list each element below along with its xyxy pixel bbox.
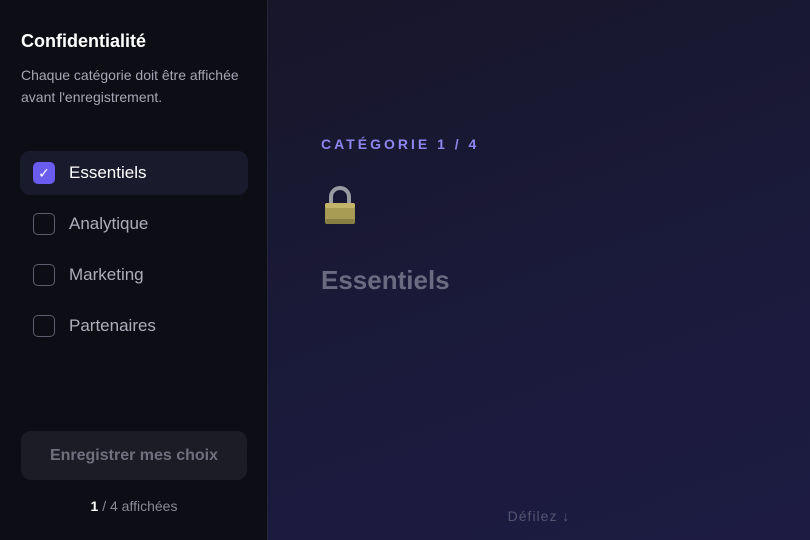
category-item-analytique[interactable]: Analytique <box>20 202 248 246</box>
category-item-partenaires[interactable]: Partenaires <box>20 304 248 348</box>
counter-total: / 4 affichées <box>98 498 178 514</box>
checkmark-icon: ✓ <box>38 165 50 181</box>
sidebar-title: Confidentialité <box>21 31 146 51</box>
sidebar: Confidentialité Chaque catégorie doit êt… <box>0 0 268 540</box>
category-heading: Essentiels <box>321 265 450 295</box>
category-kicker: CATÉGORIE 1 / 4 <box>321 136 480 152</box>
category-label: Marketing <box>69 265 144 284</box>
category-label: Analytique <box>69 214 149 233</box>
checkbox-partenaires[interactable] <box>33 315 55 337</box>
category-item-essentiels[interactable]: ✓ Essentiels <box>20 151 248 195</box>
checkbox-analytique[interactable] <box>33 213 55 235</box>
checkbox-essentiels[interactable]: ✓ <box>33 162 55 184</box>
displayed-counter: 1 / 4 affichées <box>0 498 268 514</box>
sidebar-description: Chaque catégorie doit être affichée avan… <box>21 67 239 105</box>
app-root: Confidentialité Chaque catégorie doit êt… <box>0 0 810 540</box>
scroll-hint: Défilez ↓ <box>507 508 571 524</box>
category-label: Partenaires <box>69 316 156 335</box>
main-panel[interactable]: CATÉGORIE 1 / 4 Essentiels Défilez ↓ <box>268 0 810 540</box>
lock-icon <box>325 186 355 224</box>
category-label: Essentiels <box>69 163 147 182</box>
category-list: ✓ Essentiels Analytique Marketing Parten… <box>20 151 248 355</box>
save-choices-button[interactable]: Enregistrer mes choix <box>21 431 247 480</box>
category-item-marketing[interactable]: Marketing <box>20 253 248 297</box>
checkbox-marketing[interactable] <box>33 264 55 286</box>
